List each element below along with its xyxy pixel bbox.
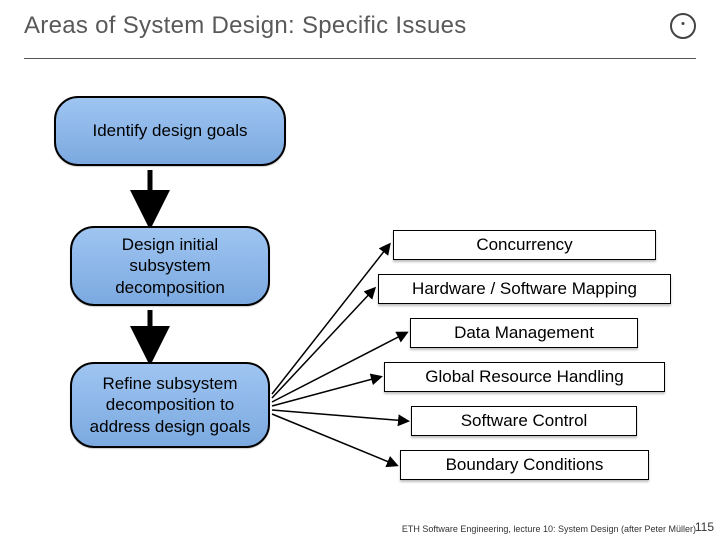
- title-row: Areas of System Design: Specific Issues: [24, 12, 696, 40]
- issue-global-resource: Global Resource Handling: [384, 362, 665, 392]
- issue-label: Data Management: [454, 323, 594, 343]
- step-label: Identify design goals: [93, 120, 248, 141]
- issue-label: Hardware / Software Mapping: [412, 279, 637, 299]
- issue-label: Concurrency: [476, 235, 572, 255]
- step-initial-decomp: Design initial subsystem decomposition: [70, 226, 270, 306]
- eth-circle-logo-icon: [670, 13, 696, 39]
- title-divider: [24, 58, 696, 59]
- issue-label: Software Control: [461, 411, 588, 431]
- slide-title: Areas of System Design: Specific Issues: [24, 12, 467, 40]
- slide: Areas of System Design: Specific Issues …: [0, 0, 720, 540]
- step-label: Refine subsystem decomposition to addres…: [84, 373, 256, 437]
- step-refine-decomp: Refine subsystem decomposition to addres…: [70, 362, 270, 448]
- issue-label: Global Resource Handling: [425, 367, 623, 387]
- issue-concurrency: Concurrency: [393, 230, 656, 260]
- footer-citation: ETH Software Engineering, lecture 10: Sy…: [402, 524, 696, 534]
- issue-boundary-conditions: Boundary Conditions: [400, 450, 649, 480]
- issue-label: Boundary Conditions: [446, 455, 604, 475]
- page-number: 115: [695, 520, 714, 534]
- step-identify-goals: Identify design goals: [54, 96, 286, 166]
- issue-data-management: Data Management: [410, 318, 638, 348]
- issue-software-control: Software Control: [411, 406, 637, 436]
- issue-hw-sw-mapping: Hardware / Software Mapping: [378, 274, 671, 304]
- step-label: Design initial subsystem decomposition: [84, 234, 256, 298]
